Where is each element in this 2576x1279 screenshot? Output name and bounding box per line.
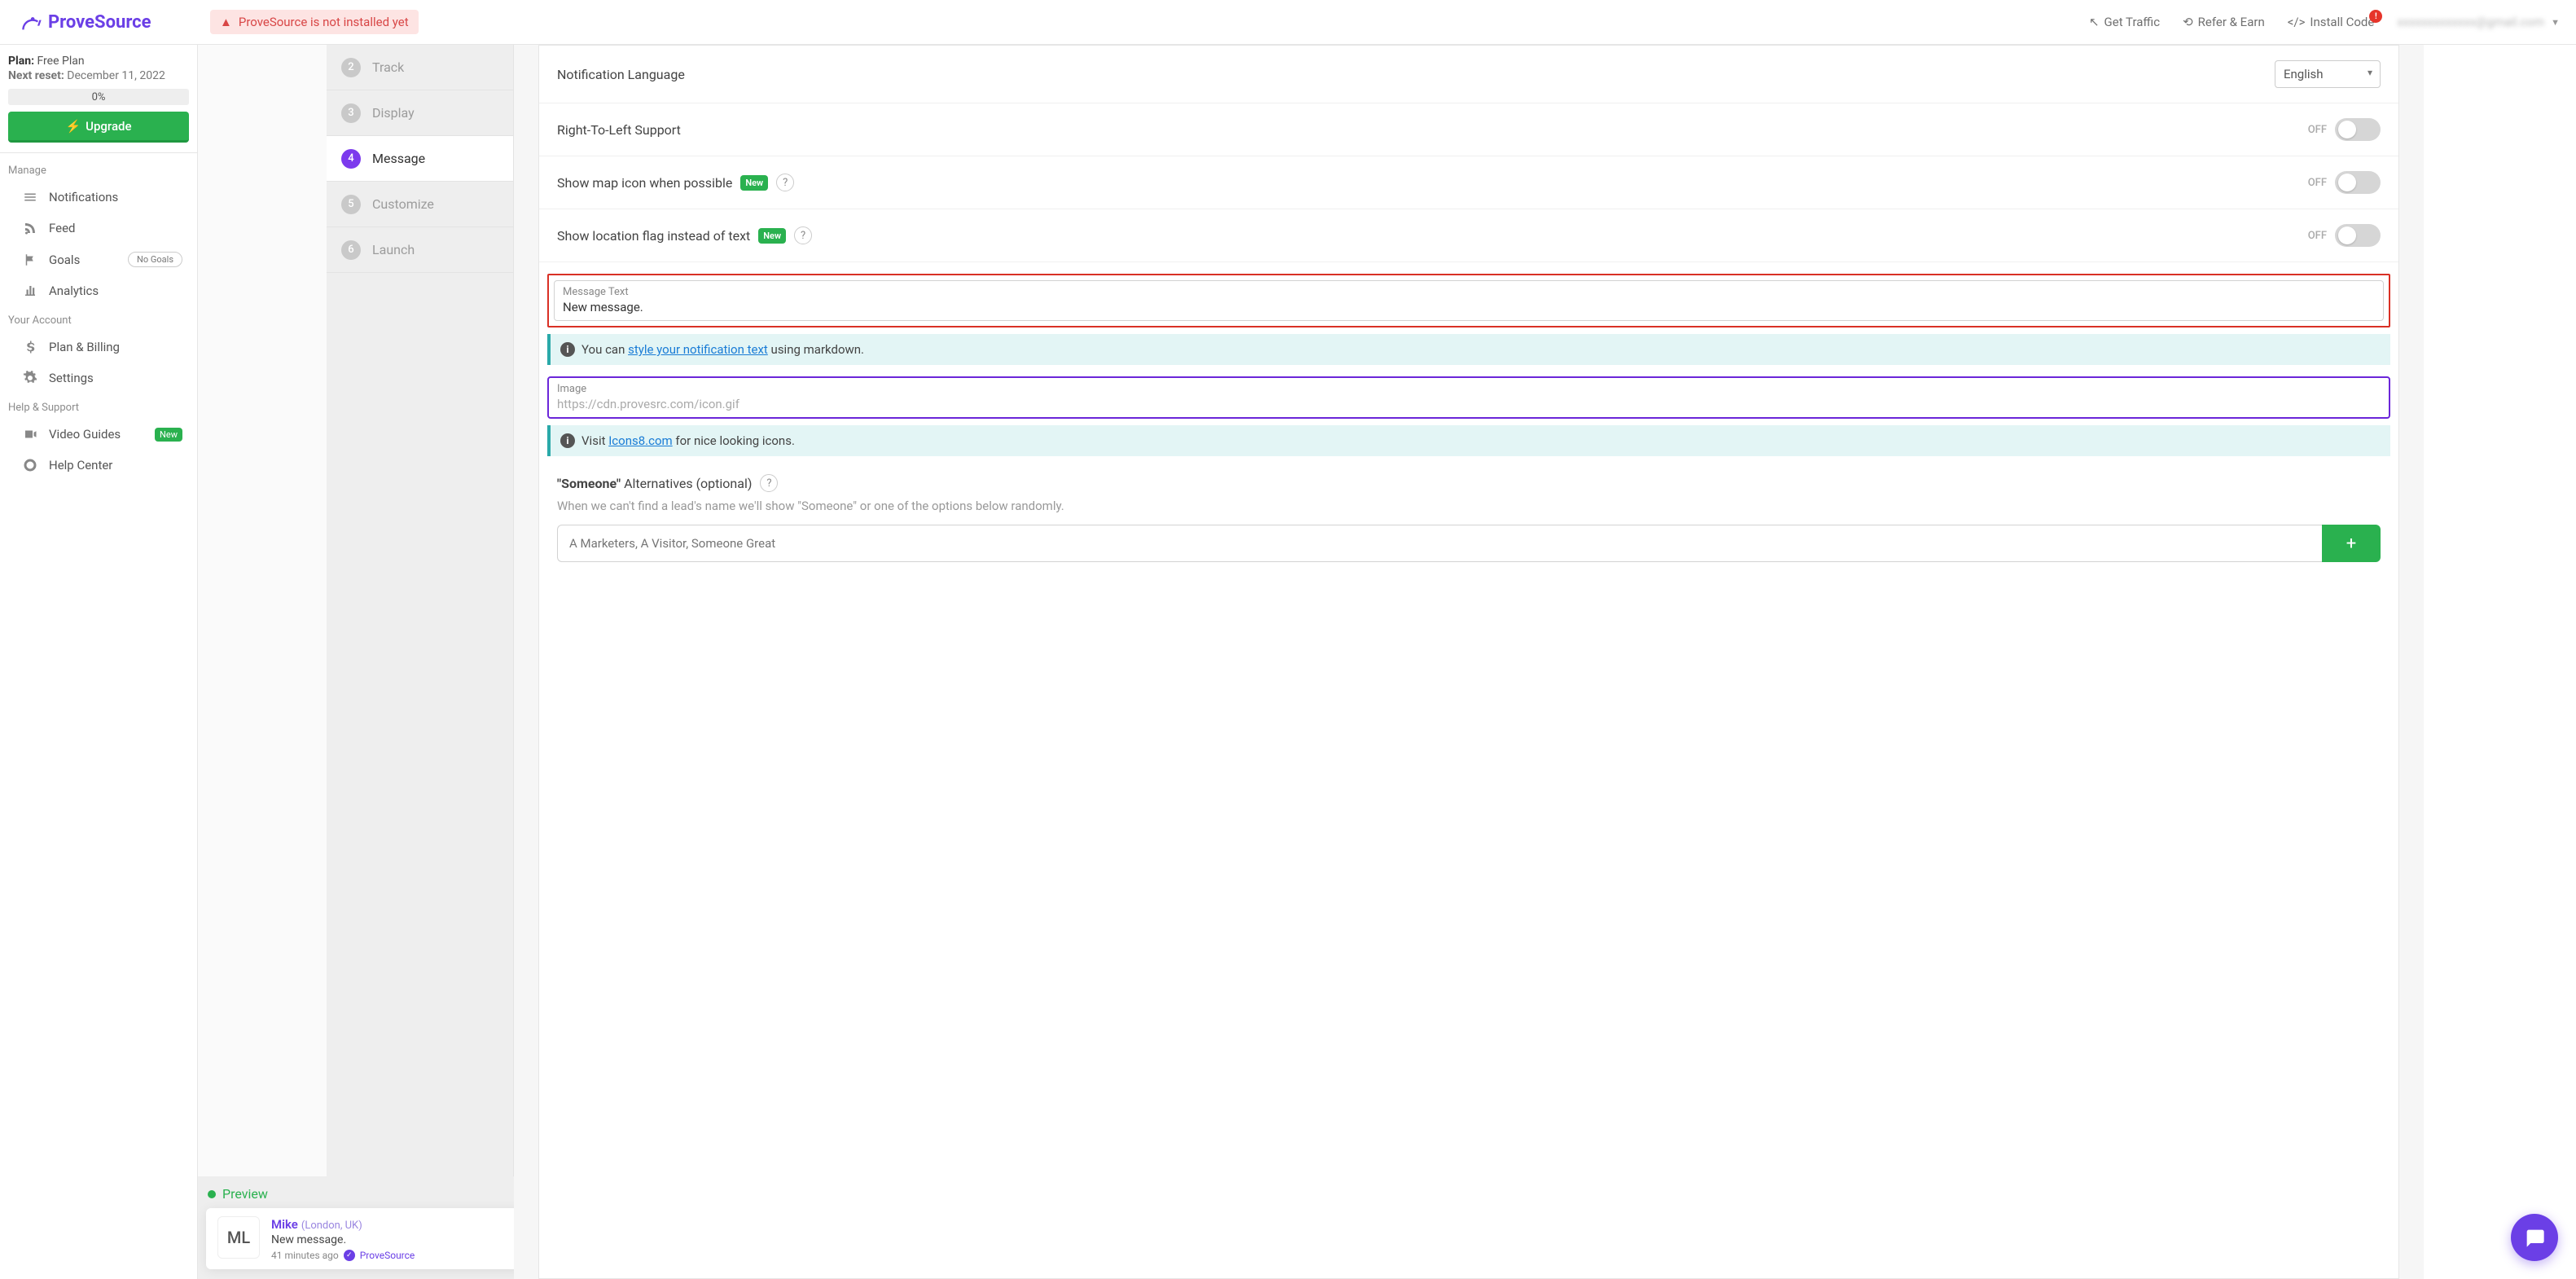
- section-account: Your Account: [0, 311, 197, 332]
- image-field[interactable]: Image https://cdn.provesrc.com/icon.gif: [547, 376, 2390, 419]
- video-icon: [23, 427, 37, 442]
- nav-feed[interactable]: Feed: [0, 213, 197, 244]
- step-display[interactable]: 3Display: [327, 90, 513, 136]
- help-icon[interactable]: ?: [760, 474, 778, 492]
- chat-fab[interactable]: [2511, 1214, 2558, 1261]
- install-banner[interactable]: ▲ ProveSource is not installed yet: [210, 10, 419, 34]
- section-help: Help & Support: [0, 398, 197, 419]
- nav-user-menu[interactable]: xxxxxxxxxxxxx@gmail.com ▼: [2397, 15, 2560, 29]
- icons8-link[interactable]: Icons8.com: [608, 433, 672, 448]
- style-link[interactable]: style your notification text: [628, 342, 768, 357]
- info-icon: i: [560, 433, 575, 448]
- list-icon: [23, 190, 37, 204]
- preview-card: ML Mike(London, UK) New message. 41 minu…: [206, 1208, 524, 1269]
- nav-analytics[interactable]: Analytics: [0, 275, 197, 306]
- gift-icon: ⟲: [2183, 15, 2193, 29]
- map-toggle[interactable]: [2335, 171, 2381, 194]
- logo-text: ProveSource: [48, 12, 151, 33]
- help-icon[interactable]: ?: [776, 174, 794, 191]
- dollar-icon: [23, 340, 37, 354]
- preview-avatar: ML: [217, 1216, 260, 1259]
- info-icon: i: [560, 342, 575, 357]
- markdown-info: i You can style your notification text u…: [547, 334, 2390, 365]
- cursor-icon: ↖: [2089, 15, 2100, 29]
- rss-icon: [23, 221, 37, 235]
- icons8-info: i Visit Icons8.com for nice looking icon…: [547, 425, 2390, 456]
- message-text-field[interactable]: Message Text New message.: [554, 280, 2384, 321]
- nav-install-code[interactable]: </> Install Code !: [2288, 15, 2375, 29]
- message-text-highlight: Message Text New message.: [547, 274, 2390, 327]
- wizard-steps: 2Track 3Display 4Message 5Customize 6Lau…: [327, 45, 514, 1279]
- gear-icon: [23, 371, 37, 385]
- preview-dot-icon: [208, 1190, 216, 1198]
- usage-progress: 0%: [8, 89, 189, 105]
- step-track[interactable]: 2Track: [327, 45, 513, 90]
- bolt-icon: ⚡: [65, 119, 81, 134]
- nav-settings[interactable]: Settings: [0, 363, 197, 393]
- sidebar: Plan: Free Plan Next reset: December 11,…: [0, 45, 198, 1279]
- step-customize[interactable]: 5Customize: [327, 182, 513, 227]
- flag-icon: [23, 253, 37, 267]
- nav-refer-earn[interactable]: ⟲ Refer & Earn: [2183, 15, 2265, 29]
- chat-icon: [2523, 1226, 2546, 1249]
- step-launch[interactable]: 6Launch: [327, 227, 513, 273]
- rtl-label: Right-To-Left Support: [557, 122, 681, 138]
- language-select[interactable]: English: [2275, 60, 2381, 88]
- section-manage: Manage: [0, 161, 197, 182]
- verified-icon: ✓: [344, 1250, 355, 1261]
- step-message[interactable]: 4Message: [327, 136, 513, 182]
- chart-icon: [23, 283, 37, 298]
- nav-billing[interactable]: Plan & Billing: [0, 332, 197, 363]
- code-icon: </>: [2288, 15, 2306, 29]
- nav-goals[interactable]: Goals No Goals: [0, 244, 197, 275]
- help-icon[interactable]: ?: [794, 226, 812, 244]
- lang-label: Notification Language: [557, 67, 685, 82]
- preview-panel: Preview ML Mike(London, UK) New message.…: [198, 1176, 532, 1279]
- nav-notifications[interactable]: Notifications: [0, 182, 197, 213]
- chevron-down-icon: ▼: [2551, 17, 2560, 28]
- flag-label: Show location flag instead of text: [557, 228, 750, 244]
- logo[interactable]: ProveSource: [0, 11, 198, 33]
- nav-get-traffic[interactable]: ↖ Get Traffic: [2089, 15, 2160, 29]
- upgrade-button[interactable]: ⚡ Upgrade: [8, 112, 189, 143]
- warning-icon: ▲: [220, 15, 232, 29]
- someone-input[interactable]: [557, 525, 2322, 562]
- lifebuoy-icon: [23, 458, 37, 472]
- add-alternative-button[interactable]: +: [2322, 525, 2381, 562]
- no-goals-pill: No Goals: [128, 252, 182, 267]
- nav-video-guides[interactable]: Video Guides New: [0, 419, 197, 450]
- nav-help-center[interactable]: Help Center: [0, 450, 197, 481]
- map-label: Show map icon when possible: [557, 175, 732, 191]
- flag-toggle[interactable]: [2335, 224, 2381, 247]
- rtl-toggle[interactable]: [2335, 118, 2381, 141]
- new-badge: New: [155, 428, 182, 442]
- alert-badge-icon: !: [2369, 10, 2382, 23]
